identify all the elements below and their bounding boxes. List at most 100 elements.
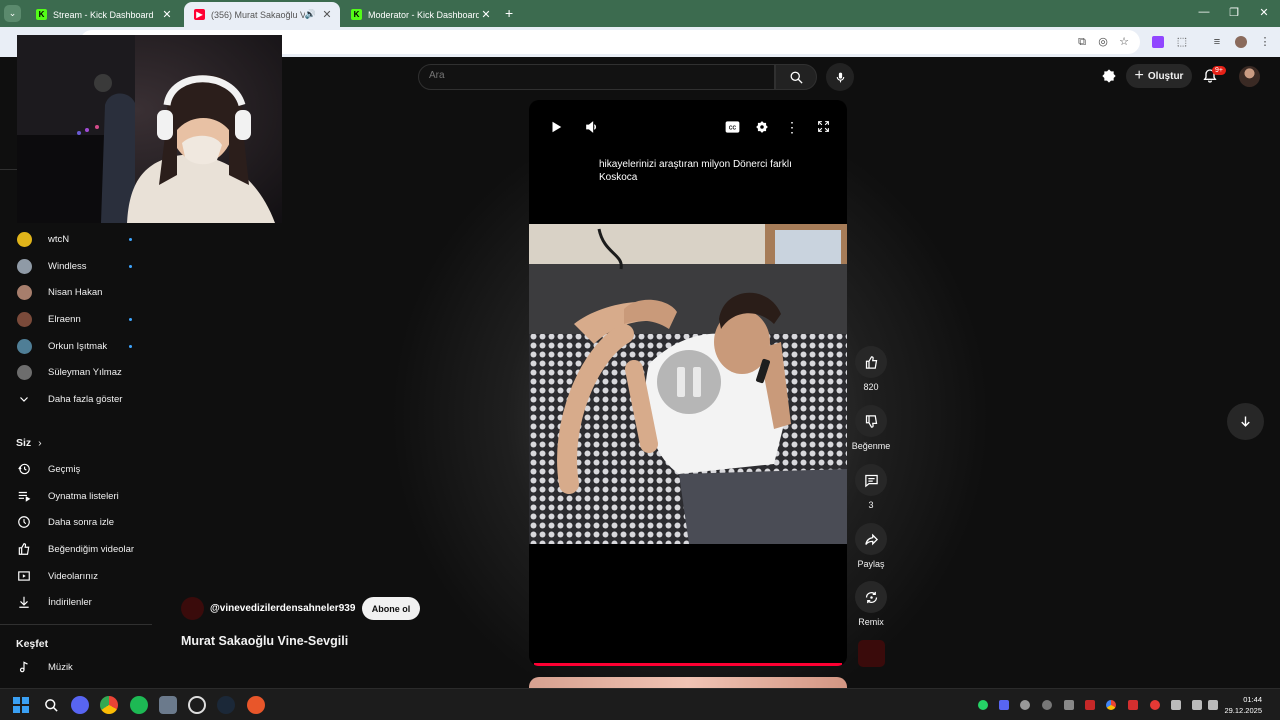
sidebar-item-history[interactable]: Geçmiş	[0, 456, 152, 482]
play-button[interactable]	[549, 120, 563, 139]
sidebar-item-liked-videos[interactable]: Beğendiğim videolar	[0, 536, 152, 562]
browser-tab-stream[interactable]: K Stream - Kick Dashboard ✕	[26, 2, 180, 27]
settings-button[interactable]	[755, 120, 769, 139]
sidebar-item-elraenn[interactable]: Elraenn	[0, 306, 152, 332]
channel-avatar[interactable]	[181, 597, 204, 620]
sidebar-item-music[interactable]: Müzik	[0, 654, 152, 680]
new-content-dot	[129, 317, 132, 321]
network-tray-icon[interactable]	[1192, 700, 1202, 710]
go-live-icon[interactable]	[1101, 68, 1117, 89]
menu-kebab-icon[interactable]: ⋮	[1259, 36, 1271, 48]
tray-icon[interactable]	[1106, 700, 1116, 710]
captions-button[interactable]: CC	[725, 120, 740, 139]
voice-search-button[interactable]	[826, 63, 854, 91]
you-section-header[interactable]: Siz ›	[16, 437, 42, 449]
install-app-icon[interactable]: ⧉	[1076, 36, 1088, 48]
show-more-button[interactable]: Daha fazla göster	[0, 386, 152, 412]
discord-icon[interactable]	[71, 696, 89, 714]
sidebar-item-windless[interactable]: Windless	[0, 253, 152, 279]
pause-overlay-icon[interactable]	[657, 350, 721, 414]
discord-tray-icon[interactable]	[999, 700, 1009, 710]
sidebar-item-watch-later[interactable]: Daha sonra izle	[0, 509, 152, 535]
chevron-down-icon	[16, 391, 32, 407]
sound-thumbnail[interactable]	[858, 640, 885, 667]
more-options-icon[interactable]: ⋮	[785, 120, 799, 134]
channel-name: Nisan Hakan	[48, 286, 103, 298]
shorts-player[interactable]: CC ⋮ hikayelerinizi araştıran milyon Dön…	[529, 100, 847, 666]
video-frame[interactable]	[529, 224, 847, 544]
search-button[interactable]	[775, 64, 817, 90]
app-icon[interactable]	[247, 696, 265, 714]
system-clock[interactable]: 01:44 29.12.2025	[1222, 694, 1262, 716]
browser-tab-youtube[interactable]: ▶ (356) Murat Sakaoğlu Vine 🔊 ✕	[184, 2, 340, 27]
playback-progress-bar[interactable]	[534, 663, 842, 666]
next-video-button[interactable]	[1227, 403, 1264, 440]
close-window-button[interactable]: ✕	[1254, 6, 1274, 19]
new-tab-button[interactable]: +	[505, 6, 513, 20]
tab-search-button[interactable]: ⌄	[4, 5, 21, 22]
next-short-preview[interactable]	[529, 677, 847, 688]
volume-tray-icon[interactable]	[1208, 700, 1218, 710]
channel-handle[interactable]: @vinevedizilerdensahneler939	[210, 603, 355, 614]
sidebar-item-playlists[interactable]: Oynatma listeleri	[0, 483, 152, 509]
volume-button[interactable]	[585, 120, 599, 139]
dislike-button[interactable]	[855, 405, 887, 437]
browser-tab-moderator[interactable]: K Moderator - Kick Dashboard ✕	[341, 2, 499, 27]
webcam-overlay	[17, 35, 282, 223]
like-button[interactable]	[855, 346, 887, 378]
sidebar-item-wtcn[interactable]: wtcN	[0, 226, 152, 252]
bookmark-star-icon[interactable]: ☆	[1118, 36, 1130, 48]
obs-tray-icon[interactable]	[1042, 700, 1052, 710]
close-tab-icon[interactable]: ✕	[160, 8, 174, 21]
comments-button[interactable]	[855, 464, 887, 496]
whatsapp-tray-icon[interactable]	[978, 700, 988, 710]
spotify-icon[interactable]	[130, 696, 148, 714]
tray-icon[interactable]	[1064, 700, 1074, 710]
search-box[interactable]	[418, 64, 775, 90]
history-icon	[16, 461, 32, 477]
kick-icon: K	[36, 9, 47, 20]
create-button[interactable]: + Oluştur	[1126, 64, 1192, 88]
sidebar-item-your-videos[interactable]: Videolarınız	[0, 563, 152, 589]
clock-time: 01:44	[1243, 695, 1262, 704]
fullscreen-button[interactable]	[817, 120, 830, 138]
subscribe-button[interactable]: Abone ol	[362, 597, 420, 620]
twitch-extension-icon[interactable]	[1152, 36, 1164, 48]
tray-icon[interactable]	[1085, 700, 1095, 710]
steam-icon[interactable]	[217, 696, 235, 714]
windows-start-icon[interactable]	[12, 696, 30, 714]
maximize-button[interactable]: ❐	[1224, 6, 1244, 19]
file-manager-icon[interactable]	[159, 696, 177, 714]
account-avatar[interactable]	[1239, 66, 1260, 87]
close-tab-icon[interactable]: ✕	[479, 8, 493, 21]
close-tab-icon[interactable]: ✕	[320, 8, 334, 21]
sidebar-item-suleyman-yilmaz[interactable]: Süleyman Yılmaz	[0, 359, 152, 385]
sidebar-item-nisan-hakan[interactable]: Nisan Hakan	[0, 279, 152, 305]
profile-icon[interactable]	[1235, 36, 1247, 48]
steam-tray-icon[interactable]	[1020, 700, 1030, 710]
eye-off-icon[interactable]: ◎	[1097, 36, 1109, 48]
reading-list-icon[interactable]: ≡	[1211, 36, 1223, 48]
video-title[interactable]: Murat Sakaoğlu Vine-Sevgili	[181, 634, 348, 648]
tray-icon[interactable]	[1128, 700, 1138, 710]
share-button[interactable]	[855, 523, 887, 555]
channel-name: Elraenn	[48, 313, 81, 325]
minimize-button[interactable]: —	[1194, 6, 1214, 18]
remix-button[interactable]	[855, 581, 887, 613]
microphone-tray-icon[interactable]	[1171, 700, 1181, 710]
dislike-label: Beğenme	[851, 441, 891, 451]
chevron-right-icon: ›	[38, 437, 42, 449]
sidebar-item-downloads[interactable]: İndirilenler	[0, 589, 152, 615]
share-icon	[864, 533, 878, 545]
volume-icon	[586, 121, 597, 133]
obs-icon[interactable]	[188, 696, 206, 714]
tray-icon[interactable]	[1150, 700, 1160, 710]
share-label: Paylaş	[857, 559, 885, 569]
sidebar-item-orkun-isitmak[interactable]: Orkun Işıtmak	[0, 333, 152, 359]
search-input[interactable]	[429, 70, 749, 81]
chrome-icon[interactable]	[100, 696, 118, 714]
search-icon[interactable]	[42, 696, 60, 714]
extensions-icon[interactable]: ⬚	[1176, 36, 1188, 48]
audio-playing-icon[interactable]: 🔊	[305, 9, 316, 20]
thumbs-up-icon	[865, 355, 877, 369]
